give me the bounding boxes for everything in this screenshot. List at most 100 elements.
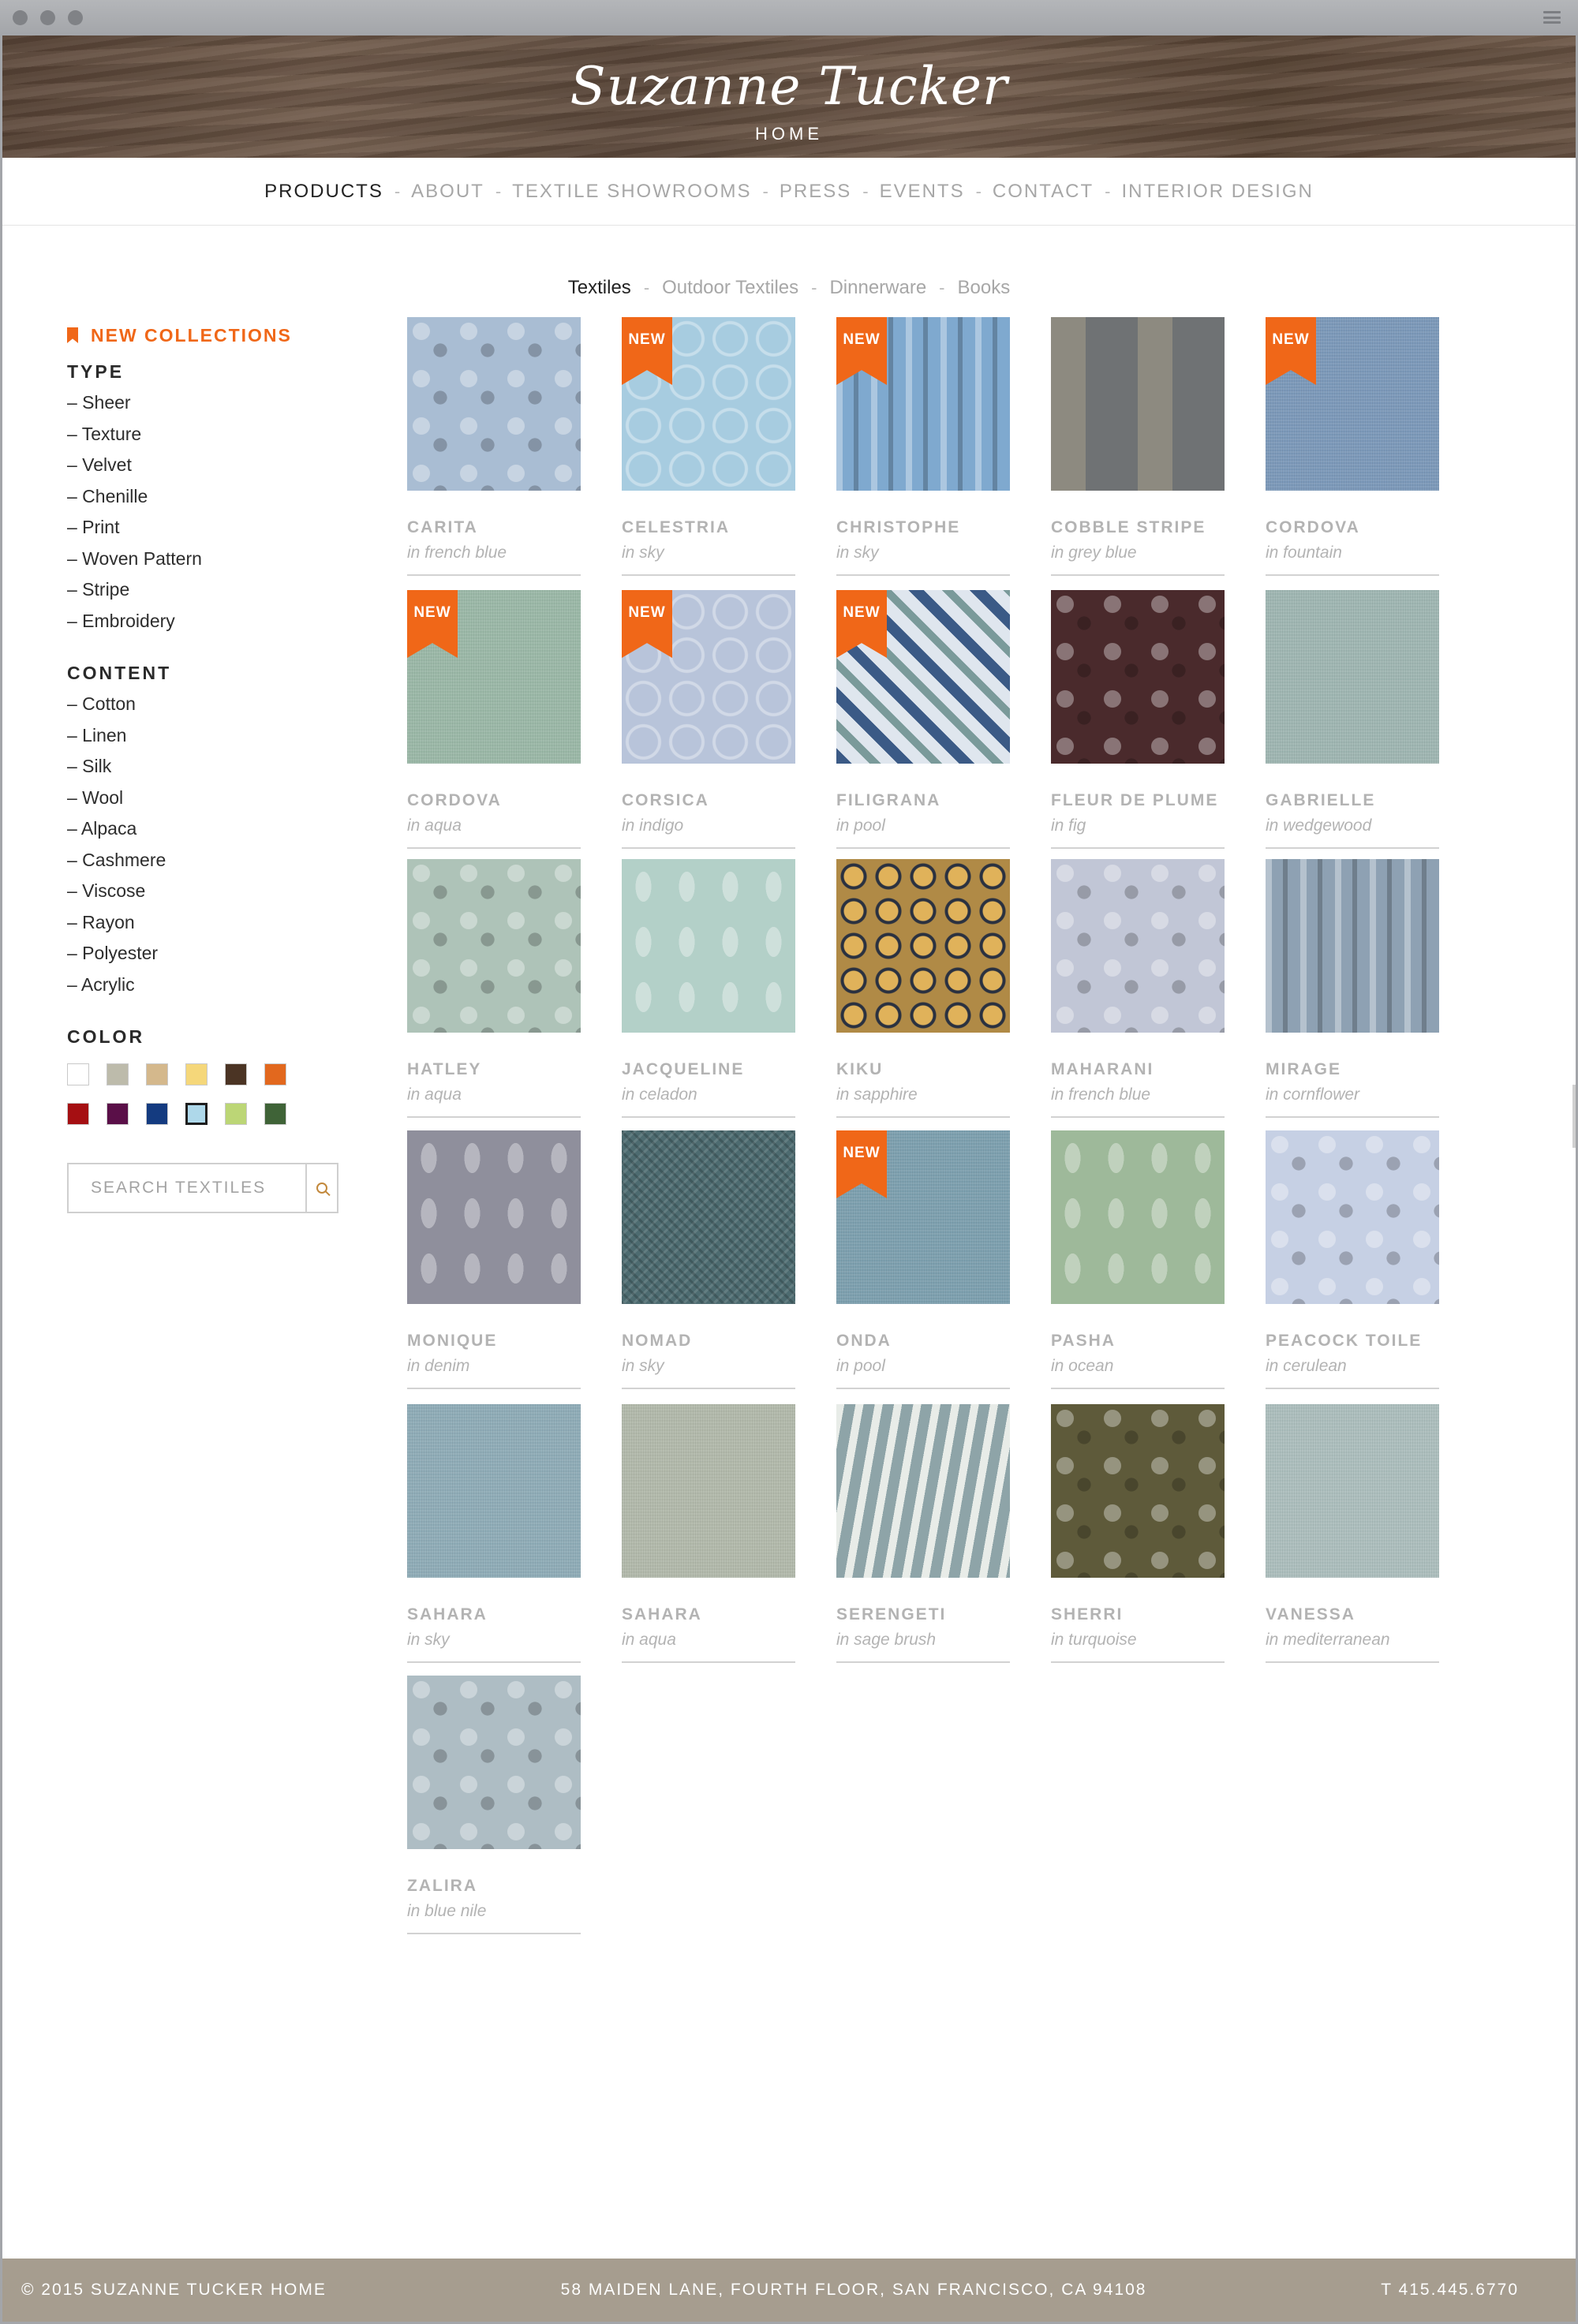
- nav-item-press[interactable]: PRESS: [780, 181, 851, 203]
- nav-item-textile-showrooms[interactable]: TEXTILE SHOWROOMS: [512, 181, 751, 203]
- color-swatch[interactable]: [107, 1103, 129, 1125]
- product-card[interactable]: COBBLE STRIPE in grey blue: [1051, 317, 1225, 576]
- product-card[interactable]: HATLEY in aqua: [407, 859, 581, 1118]
- product-thumbnail[interactable]: [407, 317, 581, 491]
- filter-item-viscose[interactable]: – Viscose: [67, 876, 351, 907]
- product-name[interactable]: ZALIRA: [407, 1874, 581, 1898]
- product-name[interactable]: VANESSA: [1266, 1603, 1439, 1627]
- subnav-item-dinnerware[interactable]: Dinnerware: [829, 277, 926, 299]
- color-swatch[interactable]: [225, 1063, 247, 1085]
- product-thumbnail[interactable]: [1051, 1130, 1225, 1304]
- product-thumbnail[interactable]: [836, 859, 1010, 1033]
- product-card[interactable]: KIKU in sapphire: [836, 859, 1010, 1118]
- search-textiles-input[interactable]: [69, 1164, 305, 1212]
- product-name[interactable]: MIRAGE: [1266, 1058, 1439, 1082]
- product-card[interactable]: VANESSA in mediterranean: [1266, 1404, 1439, 1663]
- filter-item-texture[interactable]: – Texture: [67, 419, 351, 450]
- subnav-item-outdoor-textiles[interactable]: Outdoor Textiles: [662, 277, 798, 299]
- color-swatch[interactable]: [185, 1103, 208, 1125]
- product-name[interactable]: PASHA: [1051, 1329, 1225, 1353]
- product-card[interactable]: PEACOCK TOILE in cerulean: [1266, 1130, 1439, 1389]
- product-card[interactable]: SERENGETI in sage brush: [836, 1404, 1010, 1663]
- product-name[interactable]: KIKU: [836, 1058, 1010, 1082]
- product-name[interactable]: HATLEY: [407, 1058, 581, 1082]
- product-card[interactable]: ZALIRA in blue nile: [407, 1676, 581, 1934]
- product-card[interactable]: NEW CORDOVA in aqua: [407, 590, 581, 849]
- product-thumbnail[interactable]: NEW: [836, 317, 1010, 491]
- product-thumbnail[interactable]: NEW: [407, 590, 581, 764]
- product-card[interactable]: NEW CELESTRIA in sky: [622, 317, 795, 576]
- product-thumbnail[interactable]: [1051, 859, 1225, 1033]
- product-card[interactable]: MONIQUE in denim: [407, 1130, 581, 1389]
- color-swatch[interactable]: [264, 1103, 286, 1125]
- filter-item-cashmere[interactable]: – Cashmere: [67, 845, 351, 876]
- product-card[interactable]: NEW CORDOVA in fountain: [1266, 317, 1439, 576]
- product-card[interactable]: MAHARANI in french blue: [1051, 859, 1225, 1118]
- menu-icon[interactable]: [1543, 11, 1561, 24]
- subnav-item-books[interactable]: Books: [958, 277, 1011, 299]
- new-collections-link[interactable]: NEW COLLECTIONS: [67, 319, 351, 351]
- subnav-item-textiles[interactable]: Textiles: [568, 277, 631, 299]
- product-thumbnail[interactable]: [622, 1130, 795, 1304]
- product-name[interactable]: SAHARA: [407, 1603, 581, 1627]
- product-card[interactable]: CARITA in french blue: [407, 317, 581, 576]
- product-thumbnail[interactable]: [836, 1404, 1010, 1578]
- product-name[interactable]: CORDOVA: [407, 789, 581, 813]
- product-card[interactable]: NEW CHRISTOPHE in sky: [836, 317, 1010, 576]
- maximize-window-icon[interactable]: [68, 10, 83, 25]
- product-thumbnail[interactable]: [407, 1676, 581, 1849]
- filter-item-acrylic[interactable]: – Acrylic: [67, 970, 351, 1001]
- product-thumbnail[interactable]: NEW: [622, 590, 795, 764]
- footer-phone[interactable]: T 415.445.6770: [1381, 2281, 1519, 2300]
- filter-item-alpaca[interactable]: – Alpaca: [67, 813, 351, 845]
- nav-item-events[interactable]: EVENTS: [880, 181, 965, 203]
- product-thumbnail[interactable]: [1266, 859, 1439, 1033]
- color-swatch[interactable]: [146, 1063, 168, 1085]
- product-thumbnail[interactable]: [1266, 1130, 1439, 1304]
- product-card[interactable]: NEW FILIGRANA in pool: [836, 590, 1010, 849]
- product-name[interactable]: JACQUELINE: [622, 1058, 795, 1082]
- product-thumbnail[interactable]: [407, 1404, 581, 1578]
- filter-item-silk[interactable]: – Silk: [67, 751, 351, 783]
- filter-item-chenille[interactable]: – Chenille: [67, 481, 351, 513]
- product-name[interactable]: CORSICA: [622, 789, 795, 813]
- product-name[interactable]: SHERRI: [1051, 1603, 1225, 1627]
- color-swatch[interactable]: [107, 1063, 129, 1085]
- filter-item-print[interactable]: – Print: [67, 512, 351, 544]
- nav-item-products[interactable]: PRODUCTS: [264, 181, 383, 203]
- product-thumbnail[interactable]: [622, 1404, 795, 1578]
- product-name[interactable]: CARITA: [407, 516, 581, 540]
- product-thumbnail[interactable]: [1266, 1404, 1439, 1578]
- product-card[interactable]: PASHA in ocean: [1051, 1130, 1225, 1389]
- color-swatch[interactable]: [264, 1063, 286, 1085]
- nav-item-about[interactable]: ABOUT: [411, 181, 484, 203]
- color-swatch[interactable]: [225, 1103, 247, 1125]
- product-card[interactable]: GABRIELLE in wedgewood: [1266, 590, 1439, 849]
- product-name[interactable]: GABRIELLE: [1266, 789, 1439, 813]
- filter-item-sheer[interactable]: – Sheer: [67, 387, 351, 419]
- filter-item-polyester[interactable]: – Polyester: [67, 938, 351, 970]
- product-name[interactable]: MONIQUE: [407, 1329, 581, 1353]
- nav-item-contact[interactable]: CONTACT: [993, 181, 1094, 203]
- product-name[interactable]: CHRISTOPHE: [836, 516, 1010, 540]
- product-name[interactable]: SAHARA: [622, 1603, 795, 1627]
- product-card[interactable]: SHERRI in turquoise: [1051, 1404, 1225, 1663]
- filter-item-wool[interactable]: – Wool: [67, 783, 351, 814]
- product-name[interactable]: CELESTRIA: [622, 516, 795, 540]
- product-name[interactable]: ONDA: [836, 1329, 1010, 1353]
- product-card[interactable]: NOMAD in sky: [622, 1130, 795, 1389]
- product-thumbnail[interactable]: [1051, 590, 1225, 764]
- scroll-indicator[interactable]: [1572, 1085, 1576, 1148]
- color-swatch[interactable]: [146, 1103, 168, 1125]
- product-thumbnail[interactable]: [407, 859, 581, 1033]
- search-button[interactable]: [305, 1164, 337, 1212]
- product-name[interactable]: NOMAD: [622, 1329, 795, 1353]
- product-card[interactable]: JACQUELINE in celadon: [622, 859, 795, 1118]
- product-name[interactable]: FLEUR DE PLUME: [1051, 789, 1225, 813]
- product-name[interactable]: SERENGETI: [836, 1603, 1010, 1627]
- product-thumbnail[interactable]: [1051, 317, 1225, 491]
- nav-item-interior-design[interactable]: INTERIOR DESIGN: [1121, 181, 1313, 203]
- product-card[interactable]: SAHARA in aqua: [622, 1404, 795, 1663]
- product-thumbnail[interactable]: [1051, 1404, 1225, 1578]
- product-card[interactable]: NEW CORSICA in indigo: [622, 590, 795, 849]
